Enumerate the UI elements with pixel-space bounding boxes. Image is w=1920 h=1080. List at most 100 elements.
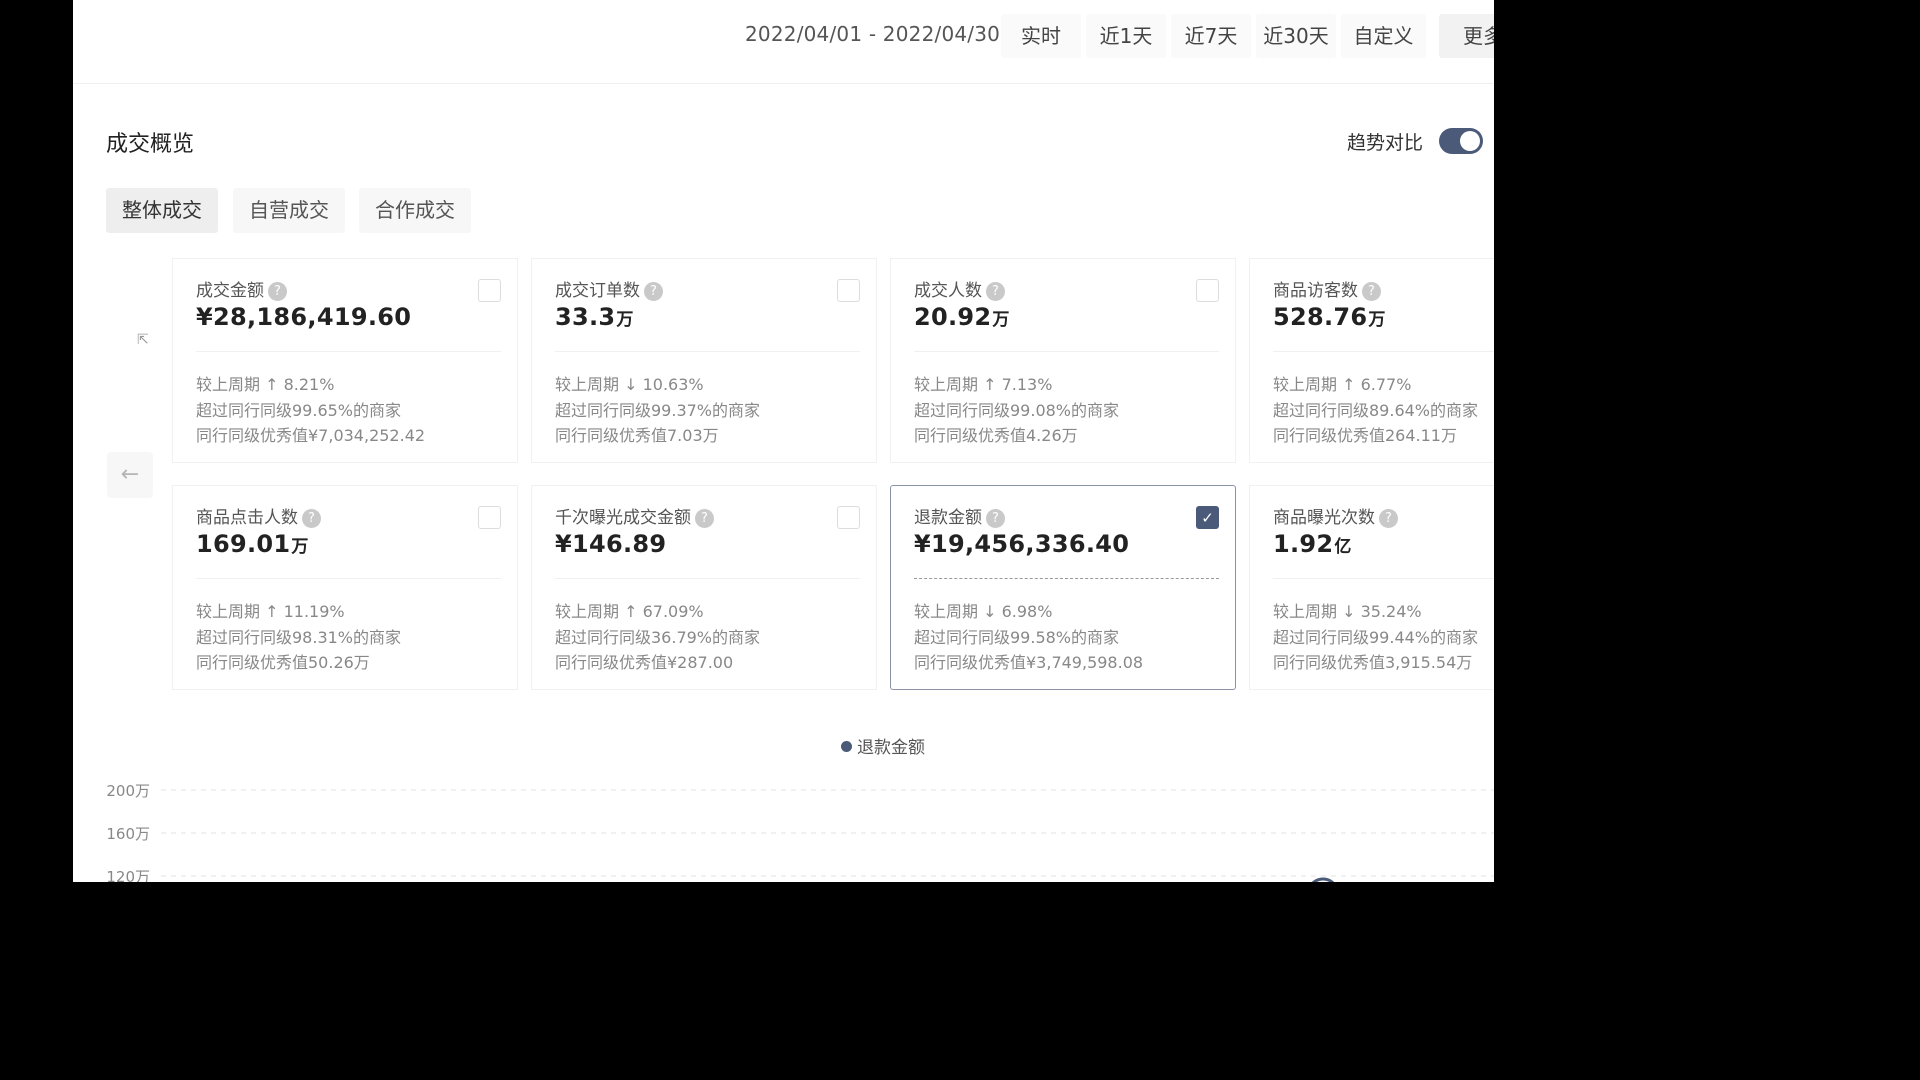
metric-rank: 超过同行同级89.64%的商家: [1273, 401, 1479, 420]
refund-trend-chart: 200万 160万 120万: [106, 782, 1494, 882]
metric-name: 千次曝光成交金额?: [555, 503, 714, 528]
metric-name-text: 商品曝光次数: [1273, 508, 1375, 528]
metric-name-text: 成交人数: [914, 281, 982, 301]
metric-benchmark: 同行同级优秀值7.03万: [555, 426, 719, 445]
tab-overall[interactable]: 整体成交: [106, 188, 218, 233]
metric-value: 528.76万: [1273, 303, 1386, 331]
legend-dot-icon: [841, 741, 852, 752]
metric-value: ¥19,456,336.40: [914, 530, 1130, 558]
metric-checkbox[interactable]: [837, 279, 860, 302]
metric-rank: 超过同行同级99.58%的商家: [914, 628, 1120, 647]
metric-card[interactable]: 成交订单数? 33.3万 较上周期 ↓ 10.63% 超过同行同级99.37%的商家同…: [531, 258, 877, 463]
metric-card[interactable]: 商品曝光次数? 1.92亿 较上周期 ↓ 35.24% 超过同行同级99.44%的商家…: [1249, 485, 1494, 690]
metric-value-number: 1.92: [1273, 530, 1334, 558]
page: 2022/04/01 - 2022/04/30 实时 近1天 近7天 近30天 …: [73, 0, 1494, 882]
metric-name: 成交人数?: [914, 276, 1005, 301]
metric-benchmark: 同行同级优秀值50.26万: [196, 653, 370, 672]
y-tick-label: 200万: [106, 782, 150, 800]
tab-cooperation[interactable]: 合作成交: [359, 188, 471, 233]
section-title: 成交概览: [106, 132, 195, 157]
metric-name-text: 商品点击人数: [196, 508, 298, 528]
help-icon[interactable]: ?: [1379, 509, 1398, 528]
prev-page-arrow-icon[interactable]: ←: [107, 452, 153, 498]
metric-name: 商品曝光次数?: [1273, 503, 1398, 528]
metric-value-unit: 亿: [1334, 537, 1352, 557]
metric-checkbox[interactable]: [1196, 279, 1219, 302]
help-icon[interactable]: ?: [1362, 282, 1381, 301]
range-7day-button[interactable]: 近7天: [1171, 14, 1251, 58]
metric-card[interactable]: 成交人数? 20.92万 较上周期 ↑ 7.13% 超过同行同级99.08%的商家 同行…: [890, 258, 1236, 463]
metric-change: 较上周期 ↑ 7.13%: [914, 375, 1053, 394]
card-divider: [196, 578, 501, 579]
metric-benchmark: 同行同级优秀值¥3,749,598.08: [914, 653, 1144, 672]
metric-card[interactable]: 商品点击人数? 169.01万 较上周期 ↑ 11.19% 超过同行同级98.31%的…: [172, 485, 518, 690]
tab-self-operated[interactable]: 自营成交: [233, 188, 345, 233]
metric-benchmark: 同行同级优秀值¥7,034,252.42: [196, 426, 426, 445]
metric-checkbox[interactable]: ✓: [1196, 506, 1219, 529]
card-divider: [555, 578, 860, 579]
metric-benchmark: 同行同级优秀值264.11万: [1273, 426, 1457, 445]
range-1day-button[interactable]: 近1天: [1086, 14, 1166, 58]
card-divider: [914, 351, 1219, 352]
legend-label: 退款金额: [857, 738, 925, 758]
metric-checkbox[interactable]: [478, 506, 501, 529]
metric-card[interactable]: 千次曝光成交金额? ¥146.89 较上周期 ↑ 67.09% 超过同行同级36.79…: [531, 485, 877, 690]
metric-value-number: 528.76: [1273, 303, 1368, 331]
metric-name-text: 成交订单数: [555, 281, 640, 301]
metric-benchmark: 同行同级优秀值4.26万: [914, 426, 1078, 445]
metric-name-text: 千次曝光成交金额: [555, 508, 691, 528]
help-icon[interactable]: ?: [695, 509, 714, 528]
metric-rank: 超过同行同级99.37%的商家: [555, 401, 761, 420]
metric-value: ¥28,186,419.60: [196, 303, 412, 331]
help-icon[interactable]: ?: [986, 282, 1005, 301]
metric-value-number: ¥146.89: [555, 530, 667, 558]
data-point-marker[interactable]: [1308, 877, 1338, 882]
metric-value: 33.3万: [555, 303, 634, 331]
card-divider: [1273, 578, 1494, 579]
metric-value: 1.92亿: [1273, 530, 1352, 558]
metric-name: 成交金额?: [196, 276, 287, 301]
metric-benchmark: 同行同级优秀值3,915.54万: [1273, 653, 1473, 672]
metric-card[interactable]: 退款金额? ✓ ¥19,456,336.40 较上周期 ↓ 6.98% 超过同行同级99…: [890, 485, 1236, 690]
help-icon[interactable]: ?: [302, 509, 321, 528]
metric-name: 退款金额?: [914, 503, 1005, 528]
metric-value: ¥146.89: [555, 530, 667, 558]
metric-change: 较上周期 ↓ 10.63%: [555, 375, 704, 394]
y-tick-label: 160万: [106, 825, 150, 843]
metric-value: 169.01万: [196, 530, 309, 558]
metric-rank: 超过同行同级99.08%的商家: [914, 401, 1120, 420]
range-more-button[interactable]: 更多: [1439, 14, 1494, 58]
metric-benchmark: 同行同级优秀值¥287.00: [555, 653, 734, 672]
card-divider: [914, 578, 1219, 579]
metric-rank: 超过同行同级98.31%的商家: [196, 628, 402, 647]
metric-card[interactable]: 商品访客数? 528.76万较上周期 ↑ 6.77% 超过同行同级89.64%的商家…: [1249, 258, 1494, 463]
date-range-display[interactable]: 2022/04/01 - 2022/04/30: [745, 22, 1000, 46]
metric-change: 较上周期 ↓ 6.98%: [914, 602, 1053, 621]
metric-change: 较上周期 ↓ 35.24%: [1273, 602, 1422, 621]
metric-rank: 超过同行同级99.44%的商家: [1273, 628, 1479, 647]
range-custom-button[interactable]: 自定义: [1341, 14, 1426, 58]
metric-value: 20.92万: [914, 303, 1010, 331]
help-icon[interactable]: ?: [644, 282, 663, 301]
metric-name-text: 退款金额: [914, 508, 982, 528]
mouse-cursor-icon: ⇱: [137, 332, 149, 348]
metric-card[interactable]: 成交金额? ¥28,186,419.60 较上周期 ↑ 8.21% 超过同行同级99.…: [172, 258, 518, 463]
metric-name: 商品访客数?: [1273, 276, 1381, 301]
card-divider: [555, 351, 860, 352]
range-30day-button[interactable]: 近30天: [1256, 14, 1336, 58]
help-icon[interactable]: ?: [986, 509, 1005, 528]
metric-change: 较上周期 ↑ 6.77%: [1273, 375, 1412, 394]
help-icon[interactable]: ?: [268, 282, 287, 301]
metric-checkbox[interactable]: [837, 506, 860, 529]
metric-rank: 超过同行同级99.65%的商家: [196, 401, 402, 420]
metric-value-number: 33.3: [555, 303, 616, 331]
range-realtime-button[interactable]: 实时: [1001, 14, 1081, 58]
chart-legend[interactable]: 退款金额: [841, 733, 925, 758]
card-divider: [1273, 351, 1494, 352]
metric-name-text: 成交金额: [196, 281, 264, 301]
metric-checkbox[interactable]: [478, 279, 501, 302]
metric-change: 较上周期 ↑ 8.21%: [196, 375, 335, 394]
metric-name: 成交订单数?: [555, 276, 663, 301]
trend-compare-toggle[interactable]: [1439, 128, 1483, 154]
metric-name: 商品点击人数?: [196, 503, 321, 528]
